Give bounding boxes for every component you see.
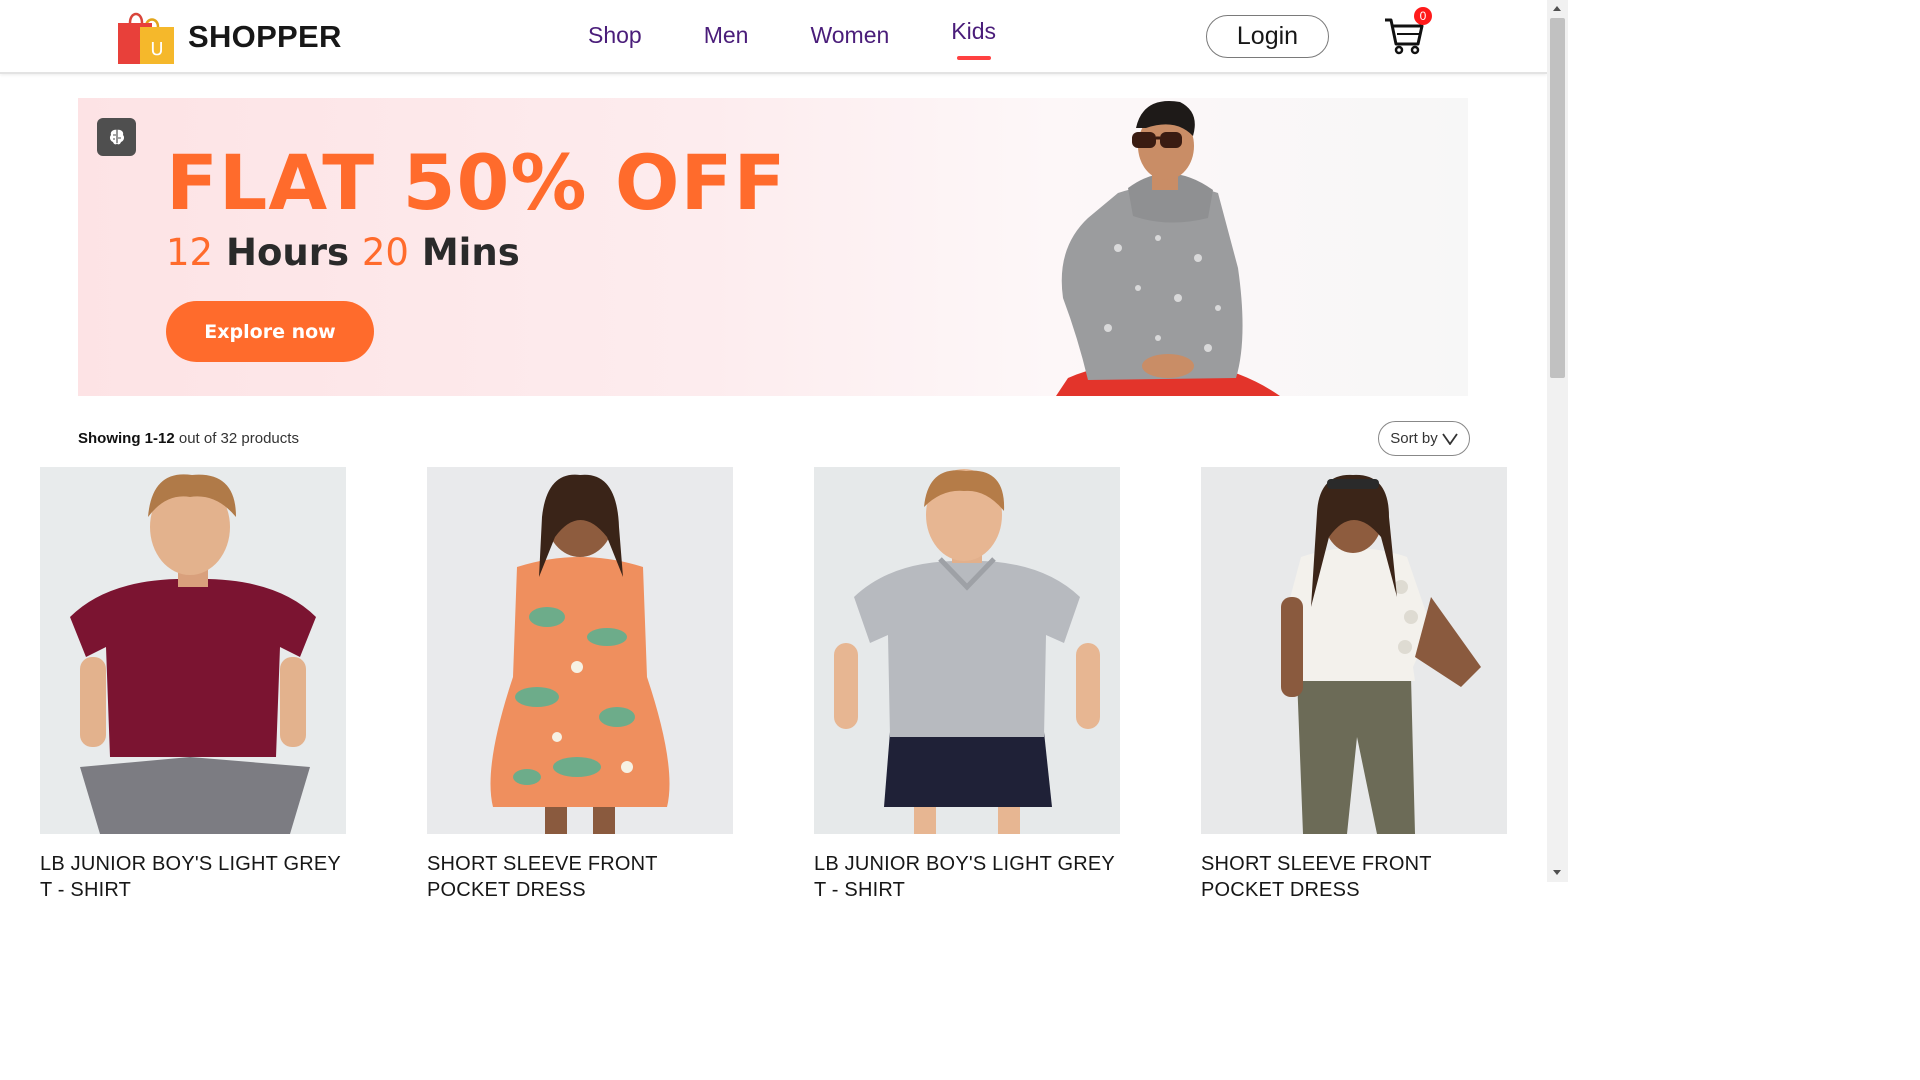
- nav-item-women[interactable]: Women: [810, 22, 889, 49]
- product-name[interactable]: LB JUNIOR BOY'S LIGHT GREY T - SHIRT: [40, 851, 346, 899]
- product-card[interactable]: SHORT SLEEVE FRONT POCKET DRESS: [427, 467, 733, 899]
- hours-label: Hours: [225, 231, 349, 274]
- countdown: 12 Hours 20 Mins: [166, 231, 520, 274]
- results-count: Showing 1-12 out of 32 products: [78, 430, 299, 447]
- product-image[interactable]: [40, 467, 346, 834]
- mins-label: Mins: [421, 231, 520, 274]
- banner-title: FLAT 50% OFF: [166, 138, 787, 227]
- product-name[interactable]: SHORT SLEEVE FRONT POCKET DRESS: [427, 851, 733, 899]
- login-button[interactable]: Login: [1206, 15, 1329, 58]
- scroll-down-icon[interactable]: [1553, 870, 1561, 875]
- results-range: Showing 1-12: [78, 430, 175, 447]
- hours-value: 12: [166, 231, 214, 274]
- logo[interactable]: U SHOPPER: [116, 9, 342, 65]
- nav-item-kids[interactable]: Kids: [951, 18, 996, 45]
- banner-model-image: [1048, 98, 1288, 396]
- brain-icon[interactable]: [97, 118, 136, 156]
- explore-now-button[interactable]: Explore now: [166, 301, 374, 362]
- sort-label: Sort by: [1390, 430, 1438, 447]
- page-scrollbar[interactable]: [1547, 0, 1568, 882]
- nav-item-shop[interactable]: Shop: [588, 22, 642, 49]
- scroll-thumb[interactable]: [1550, 18, 1565, 378]
- product-image[interactable]: [1201, 467, 1507, 834]
- sort-dropdown[interactable]: Sort by: [1378, 421, 1470, 456]
- main-nav: Shop Men Women Kids: [588, 18, 1058, 49]
- product-name[interactable]: SHORT SLEEVE FRONT POCKET DRESS: [1201, 851, 1507, 899]
- product-card[interactable]: LB JUNIOR BOY'S LIGHT GREY T - SHIRT: [814, 467, 1120, 899]
- product-image[interactable]: [814, 467, 1120, 834]
- scroll-up-icon[interactable]: [1553, 6, 1561, 11]
- nav-item-men[interactable]: Men: [704, 22, 749, 49]
- cart-count-badge: 0: [1414, 7, 1432, 25]
- shopping-bag-logo-icon: U: [116, 9, 176, 65]
- product-card[interactable]: SHORT SLEEVE FRONT POCKET DRESS: [1201, 467, 1507, 899]
- hero-banner: FLAT 50% OFF 12 Hours 20 Mins Explore no…: [78, 98, 1468, 396]
- svg-text:U: U: [150, 39, 163, 60]
- chevron-down-icon: [1442, 432, 1458, 445]
- brand-name: SHOPPER: [188, 19, 342, 54]
- product-name[interactable]: LB JUNIOR BOY'S LIGHT GREY T - SHIRT: [814, 851, 1120, 899]
- navbar: U SHOPPER Shop Men Women Kids Login 0: [0, 0, 1547, 74]
- mins-value: 20: [361, 231, 409, 274]
- product-card[interactable]: LB JUNIOR BOY'S LIGHT GREY T - SHIRT: [40, 467, 346, 899]
- product-image[interactable]: [427, 467, 733, 834]
- results-total: out of 32 products: [178, 430, 299, 447]
